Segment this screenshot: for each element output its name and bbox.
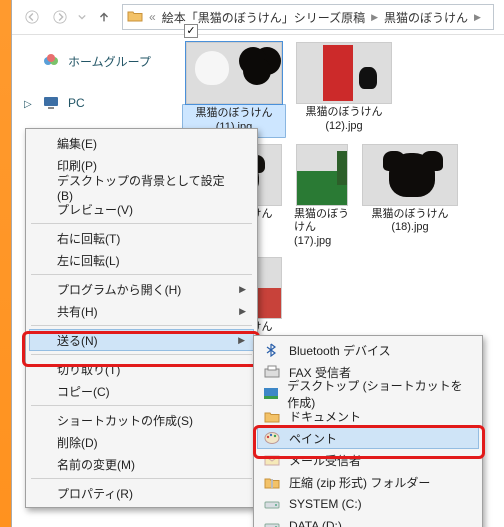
file-name-label: 黒猫のぼうけん (18).jpg <box>358 206 462 238</box>
context-menu-item[interactable]: 切り取り(T) <box>29 358 254 380</box>
context-menu-item[interactable]: 削除(D) <box>29 431 254 453</box>
homegroup-icon <box>42 52 60 70</box>
desk-icon <box>263 385 279 403</box>
nav-pc[interactable]: ▷ PC <box>20 90 188 116</box>
toolbar: « 絵本「黒猫のぼうけん」シリーズ原稿 ▶ 黒猫のぼうけん ▶ <box>12 0 504 35</box>
submenu-item[interactable]: デスクトップ (ショートカットを作成) <box>257 383 479 405</box>
submenu-item-label: Bluetooth デバイス <box>289 342 391 359</box>
file-thumbnail[interactable]: 黒猫のぼうけん (12).jpg <box>292 42 396 138</box>
drive-icon <box>263 517 281 527</box>
thumbnail-image <box>186 42 282 104</box>
submenu-item[interactable]: メール受信者 <box>257 449 479 471</box>
nav-homegroup[interactable]: ホームグループ <box>20 48 188 74</box>
context-menu-item[interactable]: 共有(H)▶ <box>29 300 254 322</box>
address-bar[interactable]: « 絵本「黒猫のぼうけん」シリーズ原稿 ▶ 黒猫のぼうけん ▶ <box>122 4 494 30</box>
file-thumbnail[interactable]: 黒猫のぼうけん (18).jpg <box>358 144 462 251</box>
pc-icon <box>42 94 60 112</box>
context-menu-item[interactable]: デスクトップの背景として設定(B) <box>29 176 254 198</box>
submenu-item-label: ドキュメント <box>289 408 361 425</box>
up-button[interactable] <box>90 3 118 31</box>
submenu-item-label: メール受信者 <box>289 452 361 469</box>
submenu-item[interactable]: DATA (D:) <box>257 515 479 527</box>
chevron-down-icon <box>78 13 86 21</box>
context-menu-item[interactable]: 右に回転(T) <box>29 227 254 249</box>
context-menu-item[interactable]: プログラムから開く(H)▶ <box>29 278 254 300</box>
thumbnail-image <box>296 42 392 104</box>
fax-icon <box>263 363 281 381</box>
submenu-item[interactable]: ペイント <box>257 427 479 449</box>
explorer-window: « 絵本「黒猫のぼうけん」シリーズ原稿 ▶ 黒猫のぼうけん ▶ ホームグループ … <box>11 0 504 527</box>
file-name-label: 黒猫のぼうけん (17).jpg <box>292 206 352 251</box>
submenu-item-label: 圧縮 (zip 形式) フォルダー <box>289 474 430 491</box>
thumbnail-image <box>362 144 458 206</box>
zip-icon <box>263 473 281 491</box>
tree-toggle-icon[interactable]: ▷ <box>24 97 34 110</box>
submenu-item-label: DATA (D:) <box>289 519 342 527</box>
menu-separator <box>31 354 252 355</box>
doc-icon <box>263 407 281 425</box>
submenu-item-label: ペイント <box>289 430 337 447</box>
tree-toggle-icon[interactable] <box>24 60 34 62</box>
arrow-right-icon <box>53 10 67 24</box>
submenu-arrow-icon: ▶ <box>239 306 246 317</box>
recent-dropdown[interactable] <box>74 3 90 31</box>
back-button[interactable] <box>18 3 46 31</box>
menu-separator <box>31 325 252 326</box>
submenu-item[interactable]: Bluetooth デバイス <box>257 339 479 361</box>
mail-icon <box>263 451 281 469</box>
bt-icon <box>263 341 281 359</box>
file-thumbnail[interactable]: ✓黒猫のぼうけん (11).jpg <box>182 42 286 138</box>
folder-icon <box>127 9 143 26</box>
arrow-up-icon <box>97 10 111 24</box>
paint-icon <box>263 429 281 447</box>
submenu-item-label: デスクトップ (ショートカットを作成) <box>287 377 471 411</box>
submenu-item-label: SYSTEM (C:) <box>289 497 362 511</box>
breadcrumb-1[interactable]: 絵本「黒猫のぼうけん」シリーズ原稿 <box>162 9 365 26</box>
forward-button[interactable] <box>46 3 74 31</box>
file-thumbnail[interactable]: 黒猫のぼうけん (17).jpg <box>292 144 352 251</box>
context-menu-item[interactable]: プロパティ(R) <box>29 482 254 504</box>
menu-separator <box>31 274 252 275</box>
submenu-arrow-icon: ▶ <box>239 284 246 295</box>
menu-separator <box>31 223 252 224</box>
context-menu-item[interactable]: コピー(C) <box>29 380 254 402</box>
send-to-submenu: Bluetooth デバイスFAX 受信者デスクトップ (ショートカットを作成)… <box>253 335 483 527</box>
thumbnail-image <box>296 144 348 206</box>
breadcrumb-2[interactable]: 黒猫のぼうけん <box>384 9 468 26</box>
context-menu-item[interactable]: 名前の変更(M) <box>29 453 254 475</box>
arrow-left-icon <box>25 10 39 24</box>
file-name-label: 黒猫のぼうけん (12).jpg <box>292 104 396 136</box>
drive-icon <box>263 495 281 513</box>
chevron-right-icon: ▶ <box>474 12 481 23</box>
menu-separator <box>31 405 252 406</box>
nav-label: ホームグループ <box>68 53 151 70</box>
submenu-item[interactable]: 圧縮 (zip 形式) フォルダー <box>257 471 479 493</box>
context-menu-item[interactable]: 編集(E) <box>29 132 254 154</box>
context-menu-item[interactable]: 左に回転(L) <box>29 249 254 271</box>
nav-label: PC <box>68 96 85 110</box>
context-menu-item[interactable]: プレビュー(V) <box>29 198 254 220</box>
context-menu-item[interactable]: ショートカットの作成(S) <box>29 409 254 431</box>
context-menu-item[interactable]: 送る(N)▶ <box>29 329 254 351</box>
context-menu: 編集(E)印刷(P)デスクトップの背景として設定(B)プレビュー(V)右に回転(… <box>25 128 258 508</box>
chevron-right-icon: ▶ <box>371 12 378 23</box>
submenu-arrow-icon: ▶ <box>238 335 245 346</box>
menu-separator <box>31 478 252 479</box>
submenu-item[interactable]: SYSTEM (C:) <box>257 493 479 515</box>
checkbox-icon[interactable]: ✓ <box>184 24 198 38</box>
